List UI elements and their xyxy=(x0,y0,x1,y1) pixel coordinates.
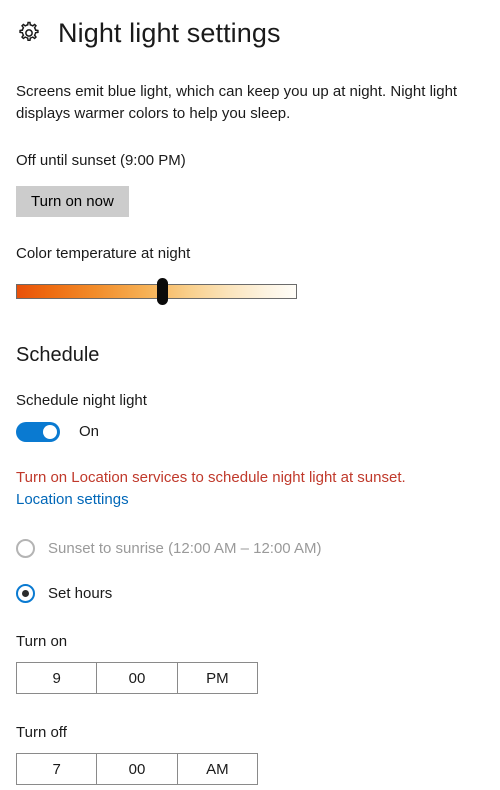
night-light-status-text: Off until sunset (9:00 PM) xyxy=(16,151,186,169)
toggle-knob xyxy=(43,424,57,439)
page-header: Night light settings xyxy=(16,0,484,56)
turn-on-time-picker[interactable]: 9 00 PM xyxy=(16,662,258,695)
radio-set-hours[interactable] xyxy=(16,584,35,604)
night-light-settings-page: Night light settings Screens emit blue l… xyxy=(0,0,500,790)
turn-on-now-button[interactable]: Turn on now xyxy=(16,185,129,217)
turn-on-minute-cell[interactable]: 00 xyxy=(96,662,177,695)
radio-label-sunset-to-sunrise: Sunset to sunrise (12:00 AM – 12:00 AM) xyxy=(48,540,322,558)
color-temperature-slider[interactable] xyxy=(16,277,297,305)
turn-off-time-picker[interactable]: 7 00 AM xyxy=(16,753,258,786)
turn-off-heading: Turn off xyxy=(16,724,67,742)
turn-off-hour-cell[interactable]: 7 xyxy=(16,753,97,786)
turn-off-meridiem-cell[interactable]: AM xyxy=(176,753,258,786)
location-services-warning: Turn on Location services to schedule ni… xyxy=(16,468,406,486)
turn-on-meridiem-cell[interactable]: PM xyxy=(176,662,258,695)
turn-on-heading: Turn on xyxy=(16,633,68,651)
schedule-night-light-toggle[interactable] xyxy=(16,421,60,442)
option-set-hours[interactable]: Set hours xyxy=(16,584,484,604)
gear-icon xyxy=(19,21,39,42)
radio-sunset-to-sunrise xyxy=(16,539,35,559)
radio-label-set-hours: Set hours xyxy=(48,585,113,603)
turn-off-minute-cell[interactable]: 00 xyxy=(96,753,177,786)
schedule-heading: Schedule xyxy=(16,343,100,366)
slider-thumb[interactable] xyxy=(157,277,168,305)
description-text: Screens emit blue light, which can keep … xyxy=(16,83,458,122)
option-sunset-to-sunrise: Sunset to sunrise (12:00 AM – 12:00 AM) xyxy=(16,539,484,559)
schedule-toggle-row: On xyxy=(16,421,484,442)
schedule-toggle-state: On xyxy=(79,423,100,441)
turn-on-hour-cell[interactable]: 9 xyxy=(16,662,97,695)
schedule-toggle-label: Schedule night light xyxy=(16,391,147,409)
location-settings-link[interactable]: Location settings xyxy=(16,491,129,508)
color-temperature-label: Color temperature at night xyxy=(16,244,191,262)
page-title: Night light settings xyxy=(58,17,281,48)
